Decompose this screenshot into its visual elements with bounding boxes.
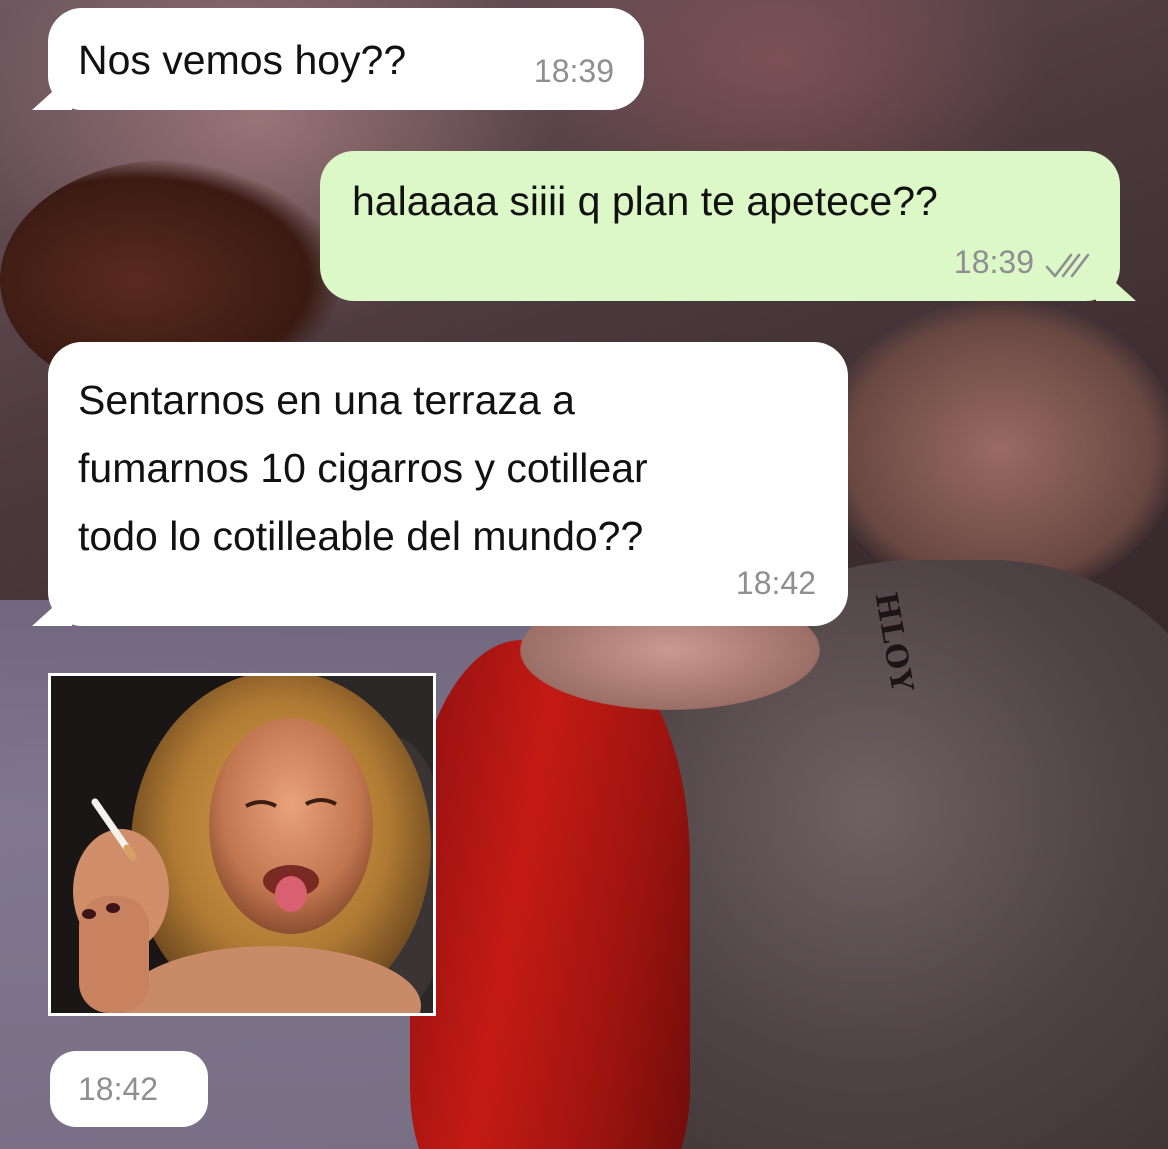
message-text: Nos vemos hoy?? xyxy=(78,37,407,83)
message-timestamp: 18:39 xyxy=(953,244,1034,281)
message-text: halaaaa siiii q plan te apetece?? xyxy=(352,178,938,224)
double-check-read-icon xyxy=(1045,253,1090,278)
message-timestamp: 18:42 xyxy=(78,1071,159,1107)
image-timestamp-bubble: 18:42 xyxy=(50,1051,208,1127)
message-bubble-outgoing[interactable]: halaaaa siiii q plan te apetece?? 18:39 xyxy=(320,151,1136,301)
wallpaper-red-sleeve-shape xyxy=(410,640,690,1149)
message-timestamp: 18:42 xyxy=(735,565,816,602)
message-text: Sentarnos en una terraza a fumarnos 10 c… xyxy=(78,366,818,570)
message-text-line: todo lo cotilleable del mundo?? xyxy=(78,513,644,559)
message-text-line: fumarnos 10 cigarros y cotillear xyxy=(78,445,648,491)
wallpaper-arm-shape xyxy=(820,300,1168,600)
message-bubble-incoming[interactable]: Nos vemos hoy?? 18:39 xyxy=(32,8,644,110)
photo-woman-smoking-icon xyxy=(51,676,433,1013)
message-bubble-incoming[interactable]: Sentarnos en una terraza a fumarnos 10 c… xyxy=(32,342,848,626)
message-timestamp: 18:39 xyxy=(533,53,614,90)
message-text-line: Sentarnos en una terraza a xyxy=(78,377,575,423)
message-image-photo-woman-smoking[interactable] xyxy=(48,673,436,1016)
